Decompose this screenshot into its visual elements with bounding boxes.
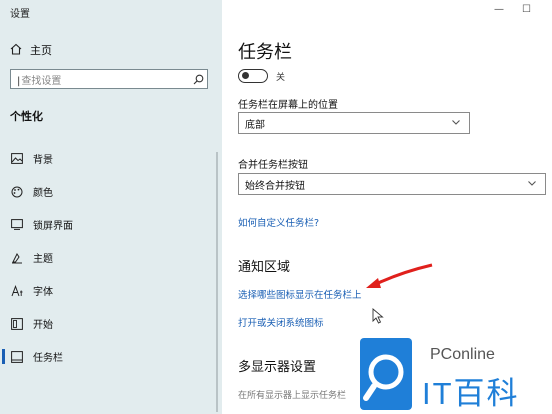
sidebar-item-colors[interactable]: 颜色 xyxy=(0,175,222,208)
page-title: 任务栏 xyxy=(238,42,292,63)
chevron-down-icon xyxy=(527,178,537,191)
watermark: PConline IT百科 xyxy=(350,334,552,414)
taskbar-position-label: 任务栏在屏幕上的位置 xyxy=(238,100,338,111)
sidebar-item-fonts[interactable]: 字体 xyxy=(0,274,222,307)
sidebar-item-label: 主题 xyxy=(33,254,53,265)
window-controls: — ☐ xyxy=(494,4,531,15)
brand-name: PConline xyxy=(430,346,495,363)
multi-display-heading: 多显示器设置 xyxy=(238,360,317,375)
combine-buttons-select[interactable]: 始终合并按钮 xyxy=(238,173,546,195)
chevron-down-icon xyxy=(451,117,461,130)
sidebar-item-taskbar[interactable]: 任务栏 xyxy=(0,340,222,373)
taskbar-icon xyxy=(10,350,24,364)
brand-title: IT百科 xyxy=(422,376,520,411)
lock-screen-icon xyxy=(10,218,24,232)
image-icon xyxy=(10,152,24,166)
sidebar-item-lock-screen[interactable]: 锁屏界面 xyxy=(0,208,222,241)
sidebar-item-label: 颜色 xyxy=(33,188,53,199)
customize-taskbar-link[interactable]: 如何自定义任务栏? xyxy=(238,215,319,229)
taskbar-position-select[interactable]: 底部 xyxy=(238,112,470,134)
sidebar-item-themes[interactable]: 主题 xyxy=(0,241,222,274)
window-title: 设置 xyxy=(10,9,30,20)
sidebar-nav: 背景 颜色 锁屏界面 主题 字体 开始 任务栏 xyxy=(0,142,222,373)
lock-taskbar-toggle-row: 关 xyxy=(238,69,285,83)
toggle-state-label: 关 xyxy=(276,72,286,83)
sidebar-item-label: 开始 xyxy=(33,320,53,331)
mouse-cursor-icon xyxy=(372,308,384,324)
sidebar-item-label: 背景 xyxy=(33,155,53,166)
annotation-arrow-icon xyxy=(366,263,433,288)
home-icon xyxy=(10,43,22,58)
start-icon xyxy=(10,317,24,331)
search-box[interactable]: 查找设置 xyxy=(10,69,208,89)
multi-display-setting-label: 在所有显示器上显示任务栏 xyxy=(238,391,347,401)
combine-buttons-value: 始终合并按钮 xyxy=(245,180,305,192)
sidebar: 设置 主页 查找设置 个性化 背景 颜色 锁屏界面 xyxy=(0,0,222,414)
section-title: 个性化 xyxy=(10,110,43,123)
sidebar-item-label: 字体 xyxy=(33,287,53,298)
home-nav-item[interactable]: 主页 xyxy=(10,42,52,58)
minimize-button[interactable]: — xyxy=(494,4,504,15)
combine-buttons-label: 合并任务栏按钮 xyxy=(238,160,308,171)
taskbar-position-value: 底部 xyxy=(245,119,265,131)
system-icons-link[interactable]: 打开或关闭系统图标 xyxy=(238,315,324,329)
home-label: 主页 xyxy=(30,44,52,57)
lock-taskbar-toggle[interactable] xyxy=(238,69,268,83)
font-icon xyxy=(10,284,24,298)
notification-area-heading: 通知区域 xyxy=(238,260,291,275)
sidebar-item-background[interactable]: 背景 xyxy=(0,142,222,175)
select-taskbar-icons-link[interactable]: 选择哪些图标显示在任务栏上 xyxy=(238,287,362,301)
sidebar-item-label: 锁屏界面 xyxy=(33,221,73,232)
sidebar-item-label: 任务栏 xyxy=(33,353,63,364)
theme-icon xyxy=(10,251,24,265)
maximize-button[interactable]: ☐ xyxy=(522,4,531,15)
palette-icon xyxy=(10,185,24,199)
sidebar-item-start[interactable]: 开始 xyxy=(0,307,222,340)
search-icon[interactable] xyxy=(189,74,207,85)
brand-logo-icon xyxy=(360,338,412,410)
sidebar-scrollbar[interactable] xyxy=(216,152,218,412)
search-input[interactable]: 查找设置 xyxy=(11,72,189,87)
